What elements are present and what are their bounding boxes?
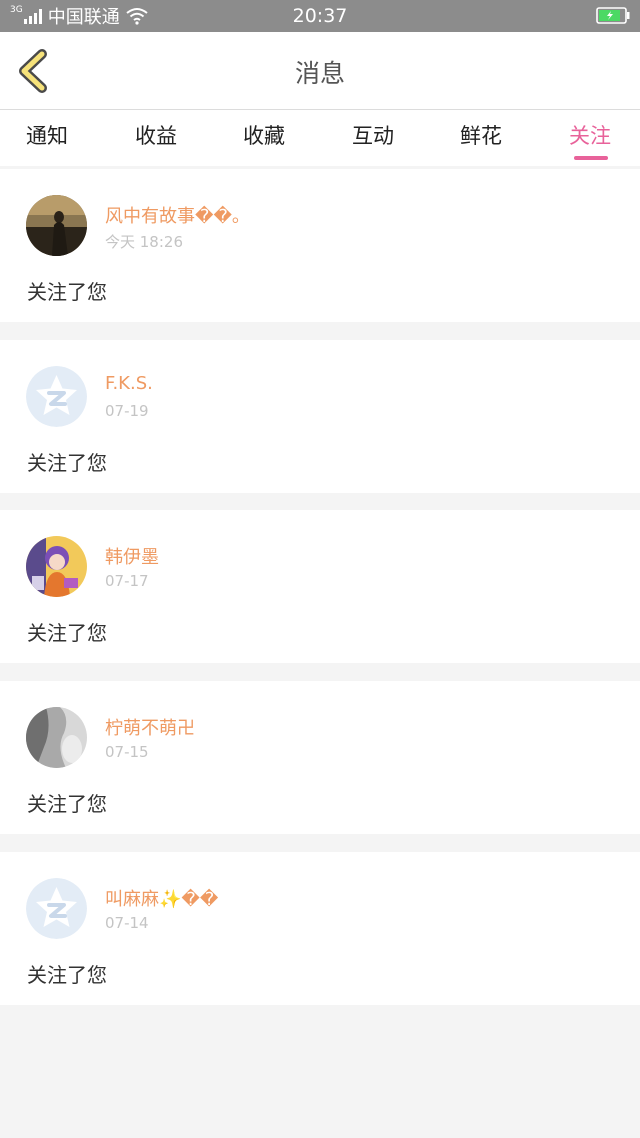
user-name[interactable]: 风中有故事��。 <box>105 202 250 228</box>
timestamp: 07-15 <box>105 743 149 761</box>
tab-favorites[interactable]: 收藏 <box>243 120 285 150</box>
user-name[interactable]: F.K.S. <box>105 373 153 394</box>
user-name[interactable]: 柠萌不萌卍 <box>105 714 195 740</box>
avatar[interactable] <box>26 536 87 597</box>
timestamp: 07-14 <box>105 914 149 932</box>
list-item[interactable]: 柠萌不萌卍 07-15 关注了您 <box>0 681 640 834</box>
avatar[interactable] <box>26 195 87 256</box>
tab-interactions[interactable]: 互动 <box>352 120 394 150</box>
timestamp: 07-19 <box>105 402 149 420</box>
timestamp: 07-17 <box>105 572 149 590</box>
status-bar: 3G 中国联通 20:37 <box>0 0 640 32</box>
avatar[interactable] <box>26 707 87 768</box>
user-name[interactable]: 叫麻麻✨�� <box>105 885 218 911</box>
follow-message: 关注了您 <box>27 451 107 475</box>
list-item[interactable]: F.K.S. 07-19 关注了您 <box>0 340 640 493</box>
avatar[interactable] <box>26 366 87 427</box>
follow-message: 关注了您 <box>27 963 107 987</box>
follow-message: 关注了您 <box>27 621 107 645</box>
timestamp: 今天 18:26 <box>105 233 183 251</box>
list-item[interactable]: 风中有故事��。 今天 18:26 关注了您 <box>0 169 640 322</box>
user-name[interactable]: 韩伊墨 <box>105 543 159 569</box>
battery-icon <box>596 7 630 24</box>
tab-flowers[interactable]: 鲜花 <box>460 120 502 150</box>
tab-notifications[interactable]: 通知 <box>26 120 68 150</box>
active-tab-indicator <box>574 156 608 160</box>
clock: 20:37 <box>292 5 348 27</box>
list-item[interactable]: 韩伊墨 07-17 关注了您 <box>0 510 640 663</box>
page-title: 消息 <box>294 59 345 88</box>
tab-bar: 通知 收益 收藏 互动 鲜花 关注 <box>0 110 640 166</box>
follow-message: 关注了您 <box>27 792 107 816</box>
avatar[interactable] <box>26 878 87 939</box>
tab-earnings[interactable]: 收益 <box>135 120 177 150</box>
tab-follows[interactable]: 关注 <box>569 120 611 150</box>
follow-message: 关注了您 <box>27 280 107 304</box>
nav-header: 消息 <box>0 32 640 110</box>
list-item[interactable]: 叫麻麻✨�� 07-14 关注了您 <box>0 852 640 1005</box>
